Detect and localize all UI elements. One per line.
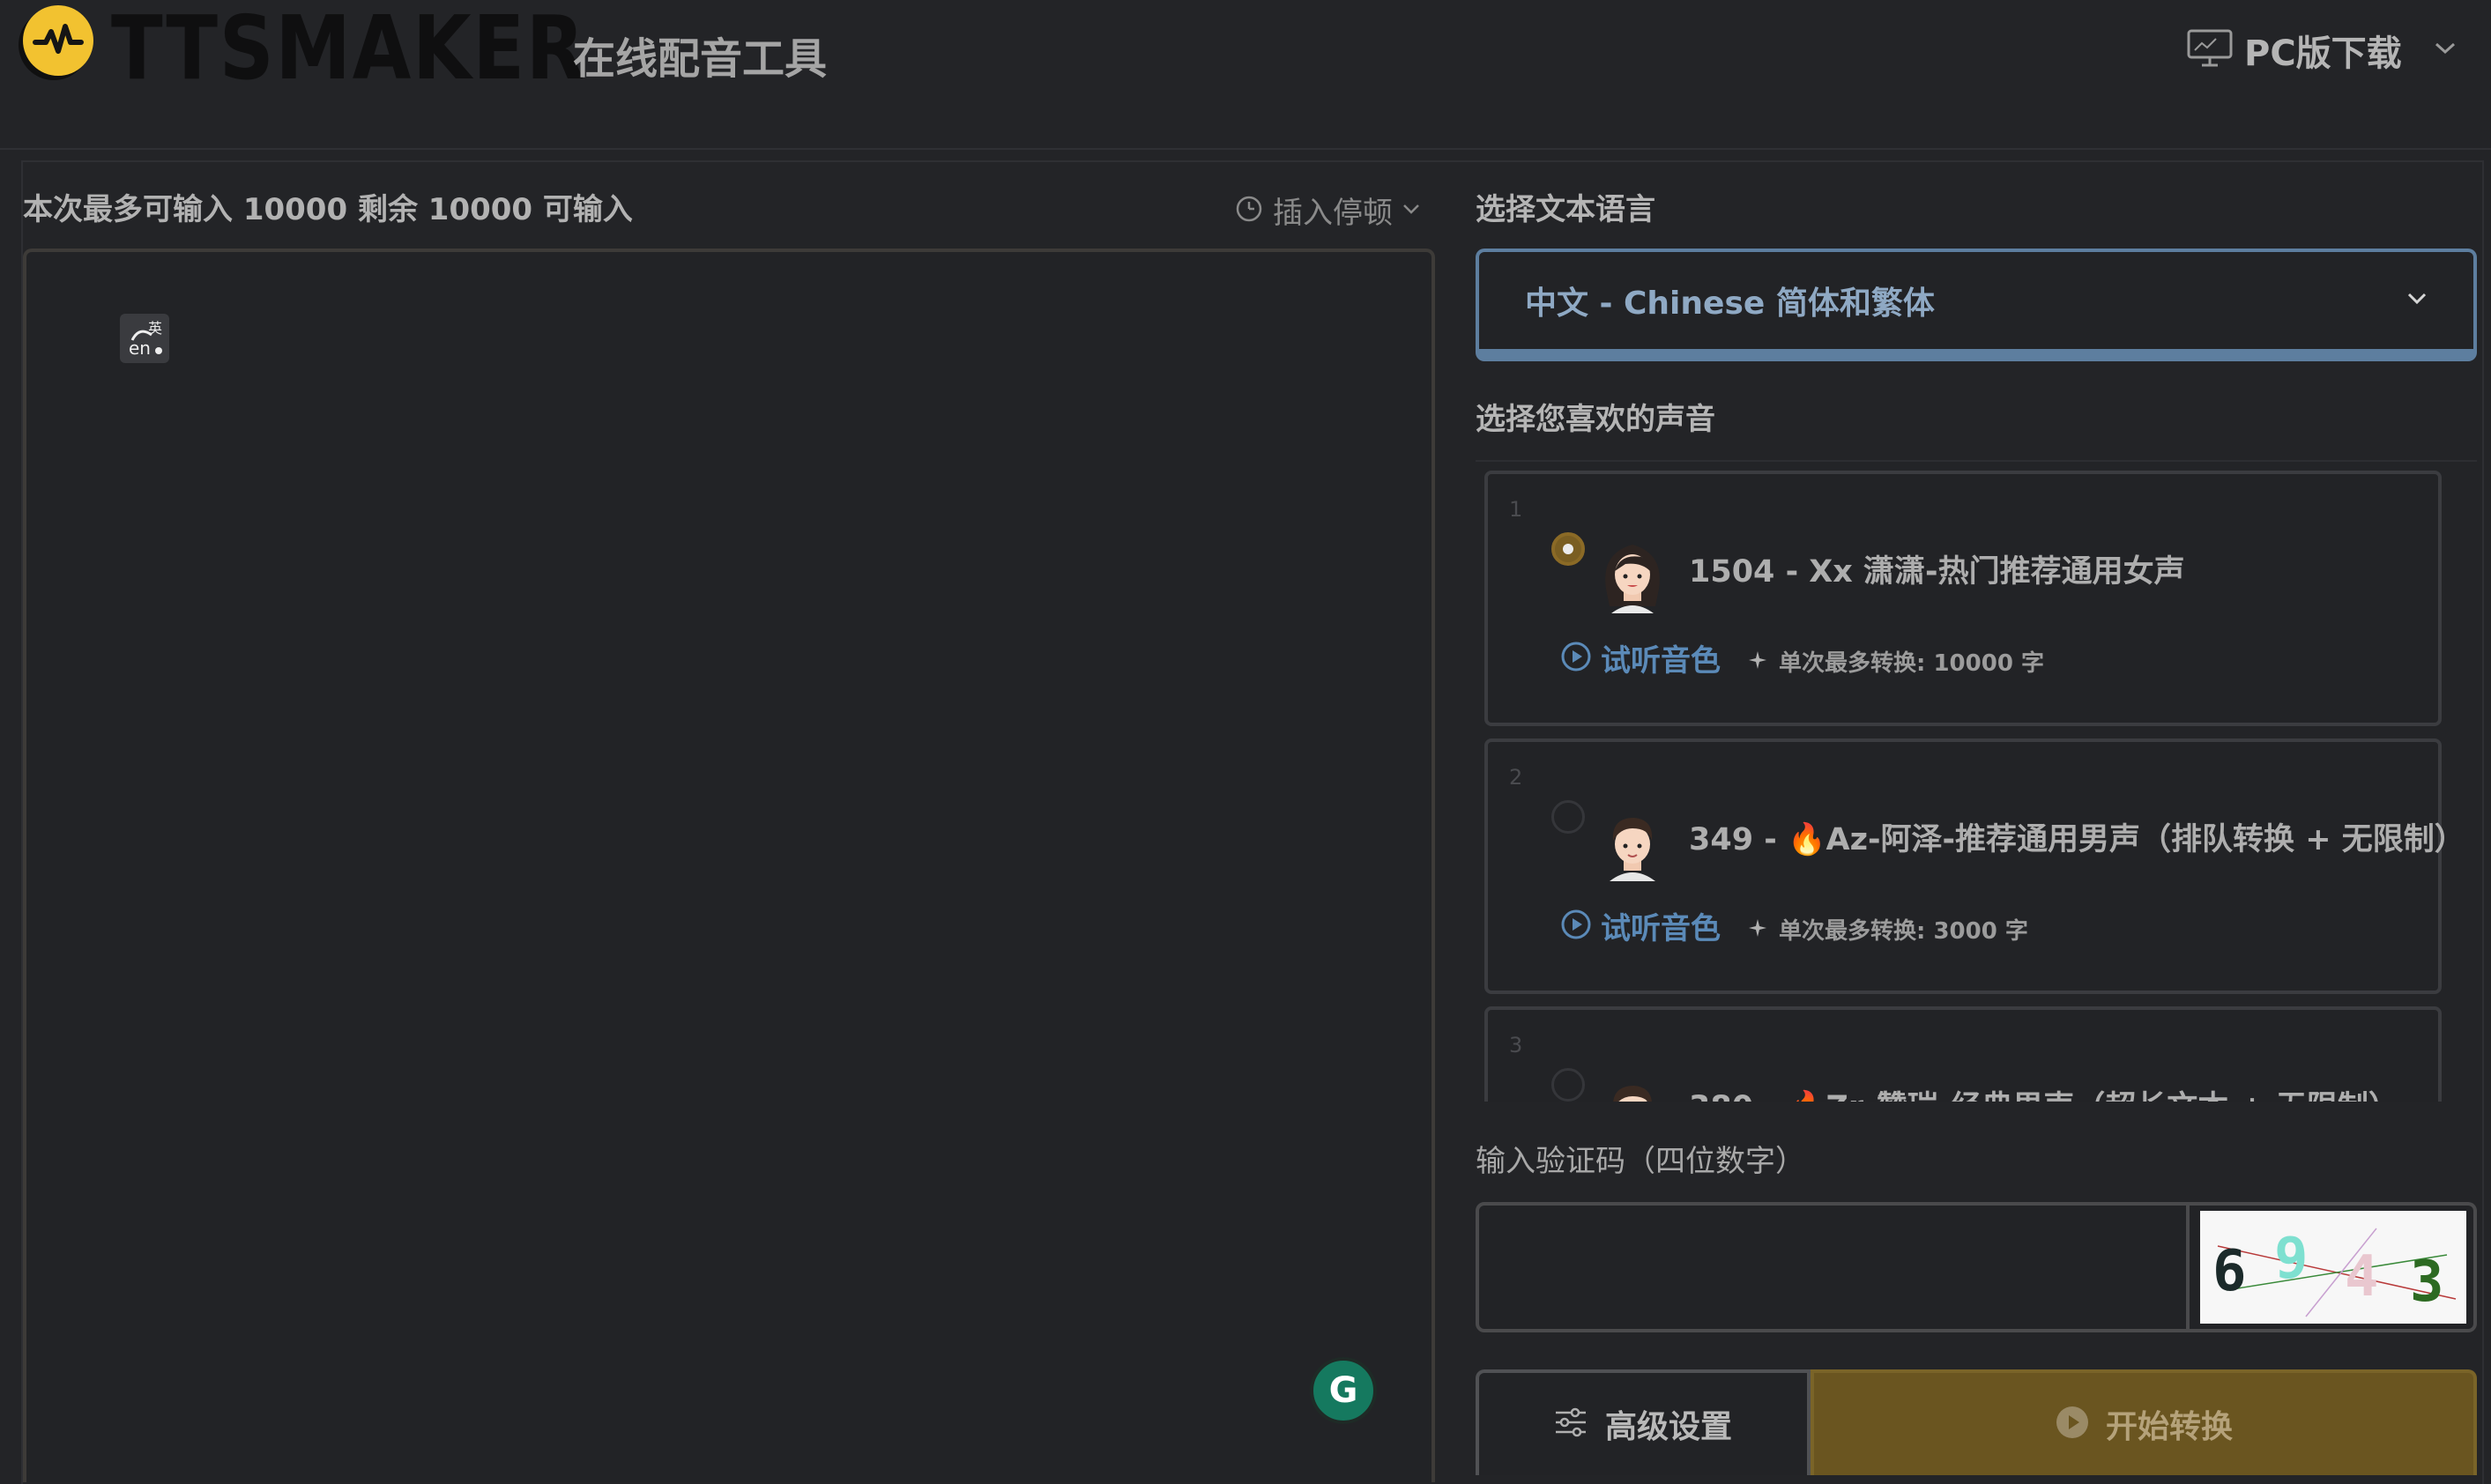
chevron-down-icon [2434, 41, 2457, 59]
chevron-down-icon [2406, 292, 2428, 309]
voice-index: 3 [1509, 1033, 1523, 1057]
voice-radio[interactable] [1551, 1068, 1585, 1102]
preview-voice-button[interactable]: 试听音色 [1560, 904, 1721, 947]
header: TTSMAKER 在线配音工具 PC版下载 [0, 0, 2491, 150]
preview-voice-label: 试听音色 [1601, 911, 1721, 946]
voice-radio[interactable] [1551, 800, 1585, 834]
voice-name: 349 - 🔥Az-阿泽-推荐通用男声（排队转换 + 无限制） [1689, 822, 2461, 857]
sliders-icon [1554, 1407, 1588, 1441]
translate-icon[interactable]: en 英 [120, 314, 169, 363]
grammarly-icon[interactable]: G [1310, 1357, 1377, 1424]
pc-download-label: PC版下载 [2244, 33, 2402, 74]
sparkle-icon [1747, 649, 1768, 674]
header-divider [0, 148, 2491, 150]
insert-pause-dropdown[interactable]: 插入停顿 [1234, 187, 1421, 233]
preview-voice-label: 试听音色 [1601, 643, 1721, 679]
captcha-label: 输入验证码（四位数字） [1476, 1144, 1805, 1179]
page-subtitle: 在线配音工具 [573, 34, 828, 84]
voice-card[interactable]: 3 380 - 🔥Zr-赞瑞-经典男声（超长文本 + 无限制） [1484, 1006, 2442, 1102]
conversion-limit: 单次最多转换: 3000 字 [1747, 913, 2028, 946]
play-circle-icon [2055, 1405, 2090, 1443]
language-selected-value: 中文 - Chinese 简体和繁体 [1525, 286, 1935, 322]
voice-index: 2 [1509, 765, 1523, 790]
start-conversion-button[interactable]: 开始转换 [1811, 1369, 2477, 1475]
pc-download-menu[interactable]: PC版下载 [2186, 19, 2457, 81]
play-circle-icon [1560, 641, 1592, 676]
male-avatar-icon [1597, 804, 1668, 883]
start-conversion-label: 开始转换 [2105, 1409, 2233, 1445]
voice-card[interactable]: 2 349 - 🔥Az-阿泽-推荐通用男声（排队转换 + 无限制） 试听音色 单… [1484, 738, 2461, 994]
male-avatar-icon [1597, 1072, 1668, 1102]
captcha-digit: 4 [2345, 1244, 2379, 1310]
language-select[interactable]: 中文 - Chinese 简体和繁体 [1476, 249, 2477, 361]
captcha-digit: 9 [2274, 1227, 2309, 1292]
monitor-icon [2186, 28, 2234, 72]
char-counter: 本次最多可输入 10000 剩余 10000 可输入 [23, 192, 633, 227]
clock-icon [1234, 193, 1264, 226]
female-avatar-icon [1597, 536, 1668, 615]
captcha-digit: 6 [2212, 1239, 2247, 1304]
voice-list[interactable]: 1 1504 - Xx 潇潇-热门推荐通用女声 试听音色 单次最多转换: 100… [1483, 469, 2461, 1102]
language-label: 选择文本语言 [1476, 192, 1655, 227]
text-editor[interactable] [23, 249, 1435, 1482]
chevron-down-icon [1402, 202, 1421, 219]
logo-pulse-icon[interactable] [23, 5, 93, 76]
conversion-limit-label: 单次最多转换: 10000 字 [1779, 650, 2044, 677]
play-circle-icon [1560, 909, 1592, 944]
sparkle-icon [1747, 917, 1768, 942]
voice-label: 选择您喜欢的声音 [1476, 402, 1715, 437]
preview-voice-button[interactable]: 试听音色 [1560, 636, 1721, 679]
captcha-image[interactable]: 6 9 4 3 [2200, 1211, 2466, 1324]
captcha-input[interactable] [1476, 1202, 2190, 1332]
svg-text:en: en [129, 338, 151, 359]
conversion-limit: 单次最多转换: 10000 字 [1747, 645, 2044, 678]
conversion-limit-label: 单次最多转换: 3000 字 [1779, 918, 2028, 945]
voice-index: 1 [1509, 497, 1523, 522]
brand-logo-text[interactable]: TTSMAKER [111, 0, 586, 97]
voice-name: 380 - 🔥Zr-赞瑞-经典男声（超长文本 + 无限制） [1689, 1084, 2399, 1102]
voice-card[interactable]: 1 1504 - Xx 潇潇-热门推荐通用女声 试听音色 单次最多转换: 100… [1484, 471, 2442, 726]
voice-name: 1504 - Xx 潇潇-热门推荐通用女声 [1689, 554, 2185, 590]
advanced-settings-label: 高级设置 [1604, 1409, 1732, 1445]
insert-pause-label: 插入停顿 [1273, 195, 1393, 231]
advanced-settings-button[interactable]: 高级设置 [1476, 1369, 1811, 1475]
captcha-digit: 3 [2410, 1250, 2444, 1315]
voice-divider [1476, 460, 2477, 462]
voice-radio[interactable] [1551, 532, 1585, 566]
